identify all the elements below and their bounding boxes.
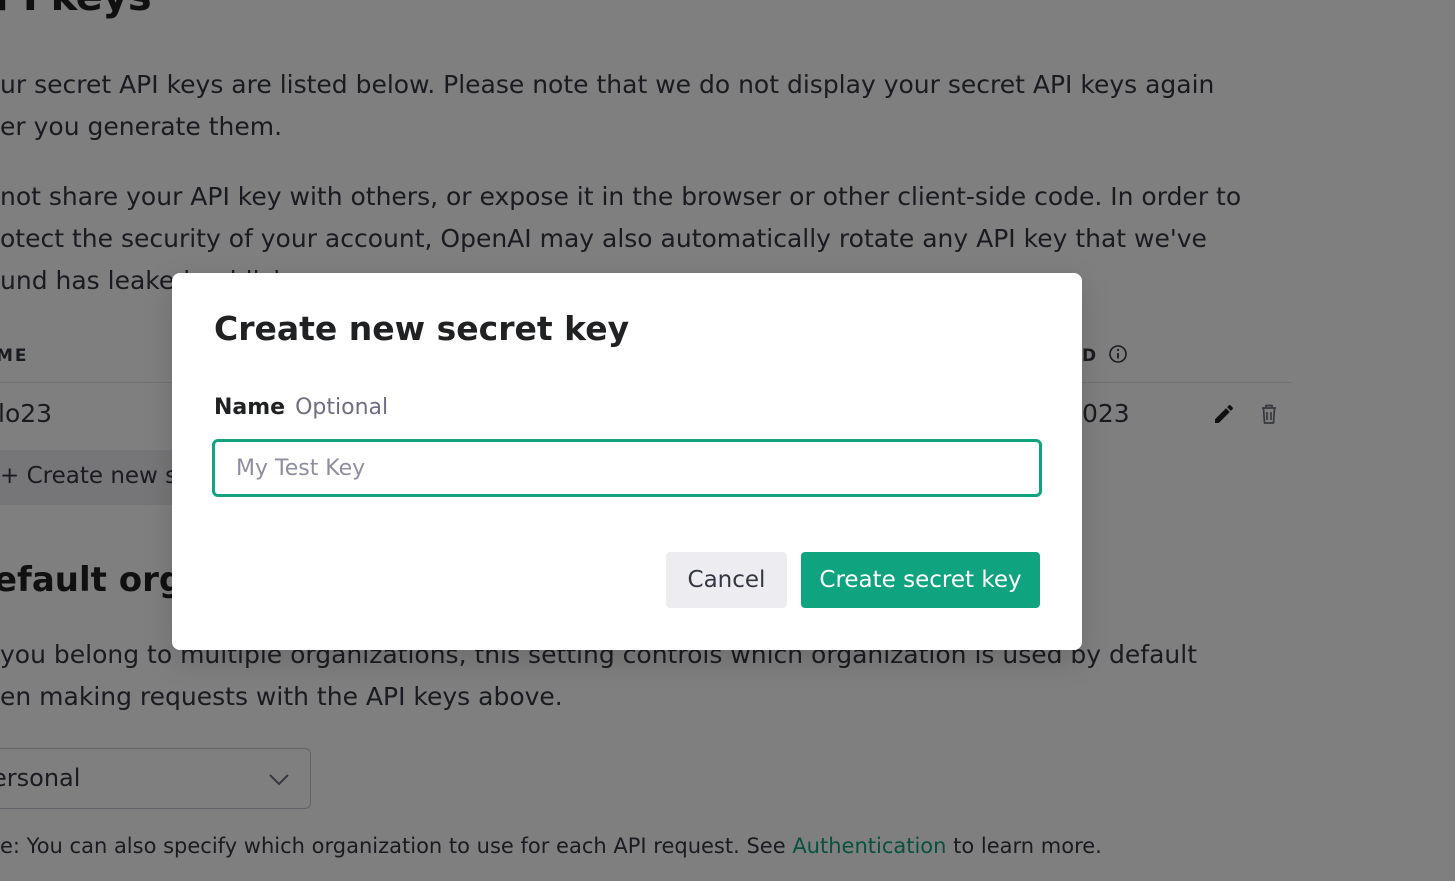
name-label: Name [214,395,286,420]
key-name-input[interactable] [212,439,1042,497]
cancel-button[interactable]: Cancel [666,552,787,608]
optional-hint: Optional [295,395,389,420]
api-keys-page: PI keys ur secret API keys are listed be… [0,0,1455,881]
dialog-title: Create new secret key [214,309,630,348]
create-secret-key-button[interactable]: Create secret key [801,552,1040,608]
create-secret-key-dialog: Create new secret key Name Optional Cance… [172,273,1082,650]
name-field-label: Name Optional [214,395,388,420]
